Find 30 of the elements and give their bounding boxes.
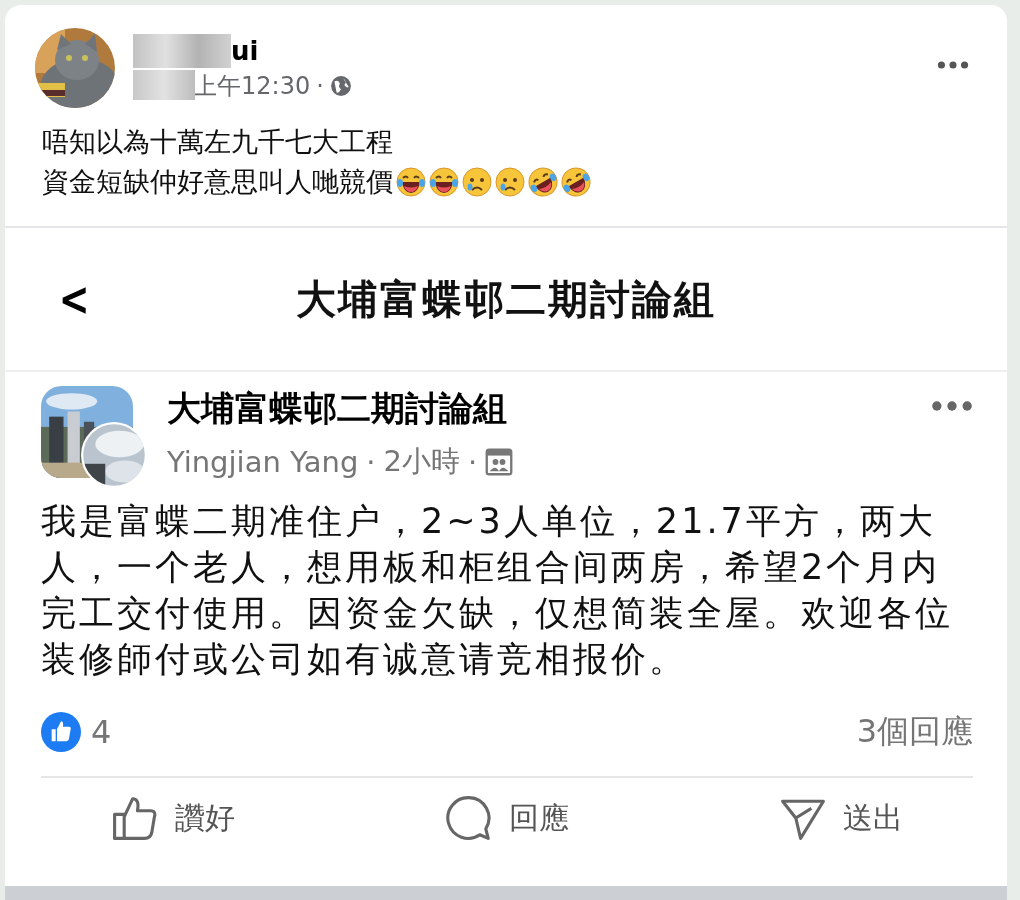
group-name[interactable]: 大埔富蝶邨二期討論組 — [167, 386, 909, 430]
laughing-face-icon — [396, 167, 426, 197]
sad-face-icon — [495, 167, 525, 197]
separator-dot: · — [316, 72, 324, 100]
like-count[interactable]: 4 — [91, 713, 112, 751]
more-icon[interactable] — [931, 400, 973, 412]
post-time[interactable]: 上午12:30 — [193, 70, 311, 102]
comment-count[interactable]: 3個回應 — [856, 710, 973, 754]
page-title: 大埔富蝶邨二期討論組 — [296, 274, 716, 324]
thumbs-up-icon — [111, 794, 159, 842]
author-name[interactable]: ui — [231, 36, 259, 66]
sad-face-icon — [462, 167, 492, 197]
separator-dot: · — [366, 445, 376, 479]
redaction-block — [133, 70, 195, 100]
laughing-face-icon — [429, 167, 459, 197]
group-icon — [485, 448, 514, 476]
author-name[interactable]: Yingjian Yang — [167, 445, 359, 479]
post-text: 我是富蝶二期准住户，2~3人单位，21.7平方，两大人，一个老人，想用板和柜组合间两房，希望2个月内完工交付使用。因资金欠缺，仅想简装全屋。欢迎各位装修師付或公司如有诚意请竞相报价。 — [41, 500, 954, 681]
globe-icon — [329, 75, 352, 97]
comment-button[interactable]: 回應 — [445, 794, 569, 842]
like-button[interactable]: 讚好 — [111, 794, 235, 842]
send-button[interactable]: 送出 — [779, 794, 903, 842]
speech-bubble-icon — [445, 794, 493, 842]
like-icon — [41, 712, 81, 752]
post-text: 資金短缺仲好意思叫人哋競價 — [42, 165, 393, 199]
separator-dot: · — [467, 445, 478, 479]
back-button[interactable]: < — [58, 272, 90, 326]
post-time[interactable]: 2小時 — [383, 442, 460, 482]
post-text: 唔知以為十萬左九千七大工程 — [42, 125, 394, 159]
more-icon[interactable] — [937, 60, 969, 70]
